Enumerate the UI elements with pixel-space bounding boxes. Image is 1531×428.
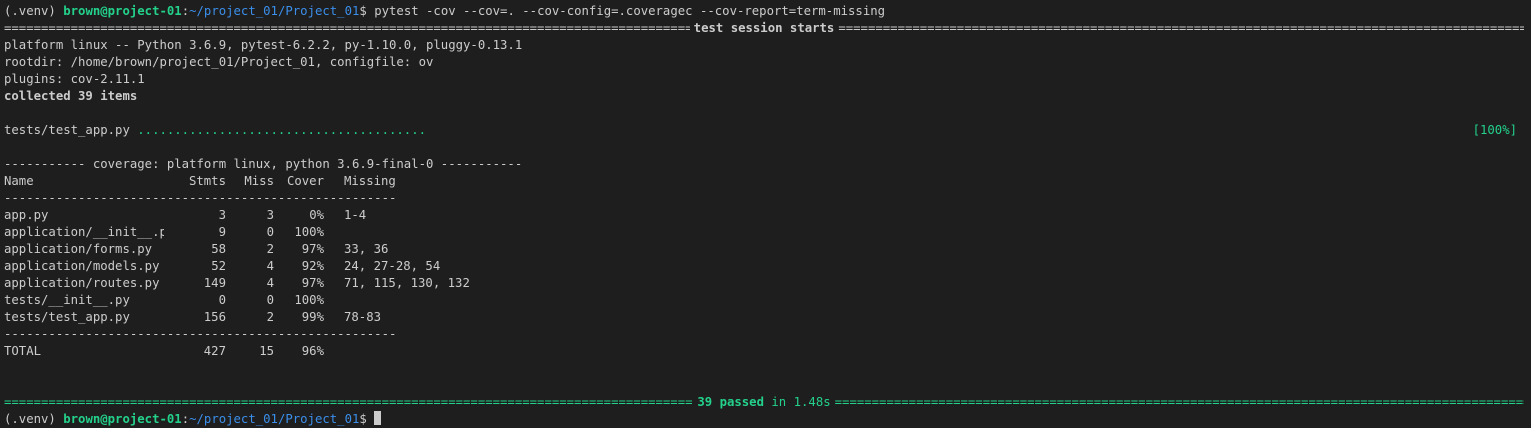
row-missing: 78-83 [344,310,382,324]
row-name: app.py [4,208,49,222]
row-stmts: 156 [203,310,226,324]
row-cover: 100% [294,293,324,307]
row-stmts: 3 [218,208,226,222]
row-miss: 2 [266,242,274,256]
prompt-colon: : [181,412,190,426]
total-miss: 15 [259,344,274,358]
row-missing: 71, 115, 130, 132 [344,276,470,290]
prompt-path: ~/project_01/Project_01 [189,412,360,426]
row-stmts: 9 [218,225,226,239]
text-cursor[interactable] [374,411,382,425]
column-header-cover: Cover [286,174,324,188]
coverage-table: Name Stmts Miss Cover Missing [4,173,1531,190]
total-stmts: 427 [203,344,226,358]
passed-count: 39 passed [697,395,764,409]
row-miss: 0 [266,293,274,307]
column-header-stmts: Stmts [188,174,226,188]
column-header-miss: Miss [244,174,274,188]
row-cover: 92% [301,259,324,273]
row-stmts: 149 [203,276,226,290]
row-name: tests/__init__.py [4,293,130,307]
total-cover: 96% [301,344,324,358]
result-summary: 39 passed in 1.48s [693,394,834,411]
command-line: (.venv) brown@project-01:~/project_01/Pr… [4,3,1531,20]
separator-right: ========================================… [838,21,1524,35]
row-miss: 3 [266,208,274,222]
session-start-separator: ========================================… [4,20,1524,37]
command-text: pytest -cov --cov=. --cov-config=.covera… [374,4,886,18]
row-cover: 97% [301,276,324,290]
row-name: tests/test_app.py [4,310,130,324]
prompt-line[interactable]: (.venv) brown@project-01:~/project_01/Pr… [4,411,1531,428]
separator-right: ========================================… [834,395,1524,409]
session-header: test session starts [693,21,835,35]
row-stmts: 52 [211,259,226,273]
venv-label: (.venv) [4,4,64,18]
prompt-dollar: $ [359,4,375,18]
column-header-missing: Missing [344,174,396,188]
row-miss: 4 [266,259,274,273]
row-missing: 1-4 [344,208,367,222]
row-miss: 0 [266,225,274,239]
row-missing [324,292,484,309]
prompt-userhost: brown@project-01 [63,412,182,426]
row-miss: 4 [266,276,274,290]
row-missing: 24, 27-28, 54 [344,259,441,273]
prompt-path: ~/project_01/Project_01 [189,4,360,18]
test-file: tests/test_app.py [4,123,130,137]
collected-info: collected 39 items [4,89,138,103]
total-missing [324,343,484,360]
row-name: application/models.py [4,259,160,273]
row-name: application/routes.py [4,276,160,290]
plugins-info: plugins: cov-2.11.1 [4,72,145,86]
coverage-rows: app.py 3 3 0% 1-4 application/__init__.p… [4,207,1531,326]
row-missing: 33, 36 [344,242,389,256]
total-name: TOTAL [4,344,42,358]
row-miss: 2 [266,310,274,324]
table-divider: ----------------------------------------… [4,191,397,205]
test-dots: ....................................... [137,123,426,137]
separator-left: ========================================… [4,395,693,409]
row-cover: 97% [301,242,324,256]
prompt-dollar: $ [359,412,375,426]
row-cover: 0% [309,208,324,222]
coverage-header: ----------- coverage: platform linux, py… [4,157,523,171]
duration: in 1.48s [771,395,831,409]
prompt-userhost: brown@project-01 [63,4,182,18]
platform-info: platform linux -- Python 3.6.9, pytest-6… [4,38,523,52]
row-missing [324,224,484,241]
rootdir-info: rootdir: /home/brown/project_01/Project_… [4,55,434,69]
test-progress: tests/test_app.py ......................… [4,122,1517,139]
coverage-total: TOTAL 427 15 96% [4,343,1531,360]
separator-left: ========================================… [4,21,690,35]
column-header-name: Name [4,174,34,188]
row-name: application/forms.py [4,242,153,256]
result-separator: ========================================… [4,394,1524,411]
progress-percent: [100%] [1472,123,1517,137]
terminal[interactable]: (.venv) brown@project-01:~/project_01/Pr… [0,0,1531,428]
row-cover: 99% [301,310,324,324]
table-divider: ----------------------------------------… [4,327,397,341]
row-cover: 100% [294,225,324,239]
row-stmts: 58 [211,242,226,256]
prompt-colon: : [181,4,190,18]
venv-label: (.venv) [4,412,64,426]
row-name: application/__init__.py [4,225,164,239]
row-stmts: 0 [218,293,226,307]
